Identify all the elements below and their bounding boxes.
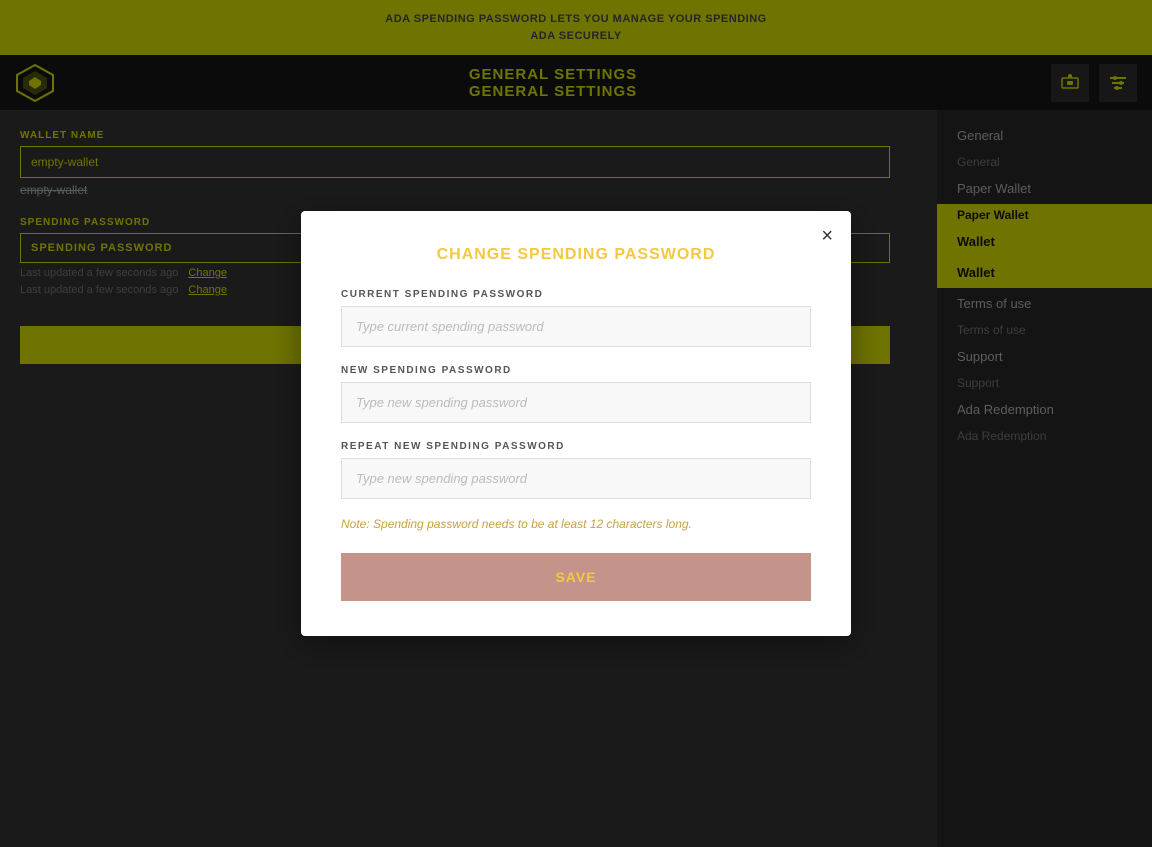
modal-overlay: × CHANGE SPENDING PASSWORD CURRENT SPEND…	[0, 0, 1152, 847]
change-password-modal: × CHANGE SPENDING PASSWORD CURRENT SPEND…	[301, 211, 851, 636]
repeat-password-label: REPEAT NEW SPENDING PASSWORD	[341, 441, 811, 452]
modal-title: CHANGE SPENDING PASSWORD	[341, 246, 811, 264]
modal-save-button[interactable]: Save	[341, 553, 811, 601]
new-password-input[interactable]	[341, 382, 811, 423]
modal-note: Note: Spending password needs to be at l…	[341, 517, 811, 531]
modal-close-button[interactable]: ×	[821, 226, 833, 246]
new-password-label: NEW SPENDING PASSWORD	[341, 365, 811, 376]
current-password-label: CURRENT SPENDING PASSWORD	[341, 289, 811, 300]
repeat-password-input[interactable]	[341, 458, 811, 499]
current-password-input[interactable]	[341, 306, 811, 347]
